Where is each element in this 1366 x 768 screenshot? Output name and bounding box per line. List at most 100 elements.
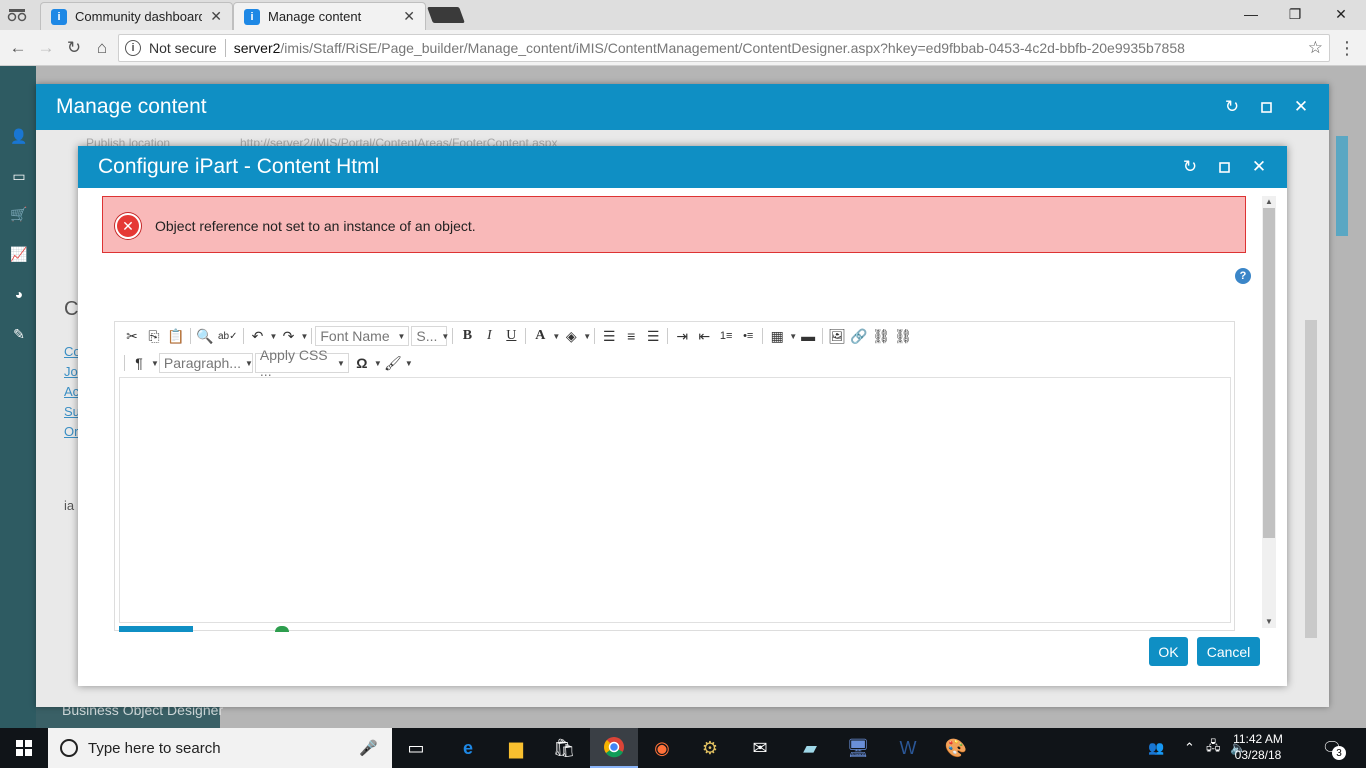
link-remove-icon[interactable]: ⛓ xyxy=(870,325,892,347)
preview-mode-icon[interactable] xyxy=(275,626,289,632)
paragraph-mark-icon[interactable]: ¶ xyxy=(128,352,150,374)
align-left-icon[interactable]: ☰ xyxy=(598,325,620,347)
tab-manage-content[interactable]: i Manage content ✕ xyxy=(233,2,426,30)
reload-button[interactable]: ↻ xyxy=(62,36,86,60)
id-card-icon[interactable]: ▭ xyxy=(10,168,28,186)
refresh-icon[interactable]: ↻ xyxy=(1220,95,1244,119)
show-hidden-icons-chevron-icon[interactable]: ⌃ xyxy=(1184,728,1195,768)
action-center-icon[interactable]: 🗨3 xyxy=(1318,736,1346,760)
word-icon[interactable]: W xyxy=(884,728,932,768)
scroll-down-icon[interactable]: ▼ xyxy=(1262,616,1276,628)
minimize-button[interactable]: — xyxy=(1228,0,1274,28)
image-icon[interactable]: 🖼 xyxy=(826,325,848,347)
chart-icon[interactable]: 📈 xyxy=(10,246,28,264)
scrollbar-thumb[interactable] xyxy=(1263,208,1275,538)
highlight-color-icon[interactable]: ◈ xyxy=(560,325,582,347)
editor-content-area[interactable] xyxy=(119,377,1231,623)
tab-community-dashboard[interactable]: i Community dashboard ✕ xyxy=(40,2,233,30)
start-button[interactable] xyxy=(0,728,48,768)
scroll-up-icon[interactable]: ▲ xyxy=(1262,196,1276,208)
chevron-down-icon[interactable]: ▼ xyxy=(151,359,159,368)
people-icon[interactable]: 👤 xyxy=(10,128,28,146)
chevron-down-icon[interactable]: ▼ xyxy=(405,359,413,368)
underline-button[interactable]: U xyxy=(500,325,522,347)
redo-icon[interactable]: ↷ xyxy=(277,325,299,347)
bookmark-star-icon[interactable]: ☆ xyxy=(1308,38,1323,58)
chevron-down-icon[interactable]: ▼ xyxy=(374,359,382,368)
close-window-button[interactable]: ✕ xyxy=(1318,0,1364,28)
chevron-down-icon[interactable]: ▼ xyxy=(583,332,591,341)
pie-chart-icon[interactable]: ◕ xyxy=(10,286,28,304)
font-name-select[interactable]: Font Name ▼ xyxy=(315,326,410,346)
design-mode-tab[interactable] xyxy=(119,626,193,632)
align-center-icon[interactable]: ≡ xyxy=(620,325,642,347)
edit-icon[interactable]: ✎ xyxy=(10,326,28,344)
people-tray-icon[interactable]: 👥 xyxy=(1148,728,1164,768)
font-size-select[interactable]: S... ▼ xyxy=(411,326,449,346)
document-link-icon[interactable]: ⛓ xyxy=(892,325,914,347)
spellcheck-icon[interactable]: ab✓ xyxy=(216,325,240,347)
font-color-button[interactable]: A xyxy=(529,325,551,347)
close-icon[interactable]: ✕ xyxy=(1289,95,1313,119)
link-add-icon[interactable]: 🔗 xyxy=(848,325,870,347)
help-icon[interactable]: ? xyxy=(1235,268,1251,284)
close-icon[interactable]: ✕ xyxy=(1247,155,1271,179)
paste-icon[interactable]: 📋 xyxy=(165,325,187,347)
outer-scrollbar-thumb[interactable] xyxy=(1305,320,1317,638)
store-icon[interactable]: 🛍 xyxy=(540,728,588,768)
mail-icon[interactable]: ✉ xyxy=(736,728,784,768)
tool-app-icon[interactable]: ⚙ xyxy=(686,728,734,768)
browser-menu-icon[interactable]: ⋮ xyxy=(1338,36,1356,60)
align-right-icon[interactable]: ☰ xyxy=(642,325,664,347)
format-stripper-icon[interactable]: 🖌 xyxy=(382,352,404,374)
paint-icon[interactable]: 🎨 xyxy=(932,728,980,768)
cancel-button[interactable]: Cancel xyxy=(1197,637,1260,666)
apply-css-select[interactable]: Apply CSS ... ▼ xyxy=(254,347,349,379)
task-view-icon[interactable]: ▭ xyxy=(392,728,440,768)
maximize-icon[interactable] xyxy=(1212,155,1236,179)
numbered-list-icon[interactable]: 1≡ xyxy=(715,325,737,347)
find-icon[interactable]: 🔍 xyxy=(194,325,216,347)
bg-link[interactable]: Jo xyxy=(64,364,78,379)
maximize-button[interactable]: ❐ xyxy=(1272,0,1318,28)
remote-desktop-icon[interactable]: 🖥 xyxy=(834,728,882,768)
chevron-down-icon[interactable]: ▼ xyxy=(789,332,797,341)
edge-icon[interactable]: e xyxy=(444,728,492,768)
ok-button[interactable]: OK xyxy=(1149,637,1188,666)
back-button[interactable]: ← xyxy=(6,36,30,60)
bulleted-list-icon[interactable]: •≡ xyxy=(737,325,759,347)
inner-scrollbar[interactable]: ▲ ▼ xyxy=(1262,196,1276,628)
copy-icon[interactable]: ⎘ xyxy=(143,325,165,347)
tab-close-icon[interactable]: ✕ xyxy=(403,8,415,25)
notes-app-icon[interactable]: ▰ xyxy=(786,728,834,768)
taskbar-search[interactable]: Type here to search 🎤 xyxy=(48,728,392,768)
chrome-icon[interactable] xyxy=(590,728,638,768)
home-button[interactable]: ⌂ xyxy=(90,36,114,60)
maximize-icon[interactable] xyxy=(1254,95,1278,119)
info-icon[interactable]: i xyxy=(125,40,141,56)
bg-link[interactable]: Ac xyxy=(64,384,79,399)
chevron-down-icon[interactable]: ▼ xyxy=(552,332,560,341)
cut-icon[interactable]: ✂ xyxy=(121,325,143,347)
bold-button[interactable]: B xyxy=(456,325,478,347)
undo-icon[interactable]: ↶ xyxy=(247,325,269,347)
taskbar-clock[interactable]: 11:42 AM 03/28/18 xyxy=(1226,731,1290,763)
special-characters-button[interactable]: Ω xyxy=(351,352,373,374)
address-bar[interactable]: i Not secure server2 /imis/Staff/RiSE/Pa… xyxy=(118,34,1330,62)
file-explorer-icon[interactable]: ▆ xyxy=(492,728,540,768)
table-icon[interactable]: ▦ xyxy=(766,325,788,347)
firefox-icon[interactable]: ◉ xyxy=(638,728,686,768)
new-tab-button[interactable] xyxy=(427,7,465,23)
cart-icon[interactable]: 🛒 xyxy=(10,206,28,224)
network-icon[interactable]: 🖧 xyxy=(1206,728,1221,768)
paragraph-style-select[interactable]: Paragraph... ▼ xyxy=(158,353,253,373)
bg-link[interactable]: Or xyxy=(64,424,78,439)
outdent-icon[interactable]: ⇤ xyxy=(693,325,715,347)
microphone-icon[interactable]: 🎤 xyxy=(359,739,378,757)
horizontal-rule-icon[interactable]: ▬ xyxy=(797,325,819,347)
chevron-down-icon[interactable]: ▼ xyxy=(300,332,308,341)
forward-button[interactable]: → xyxy=(34,36,58,60)
italic-button[interactable]: I xyxy=(478,325,500,347)
chevron-down-icon[interactable]: ▼ xyxy=(270,332,278,341)
tab-close-icon[interactable]: ✕ xyxy=(210,8,222,25)
